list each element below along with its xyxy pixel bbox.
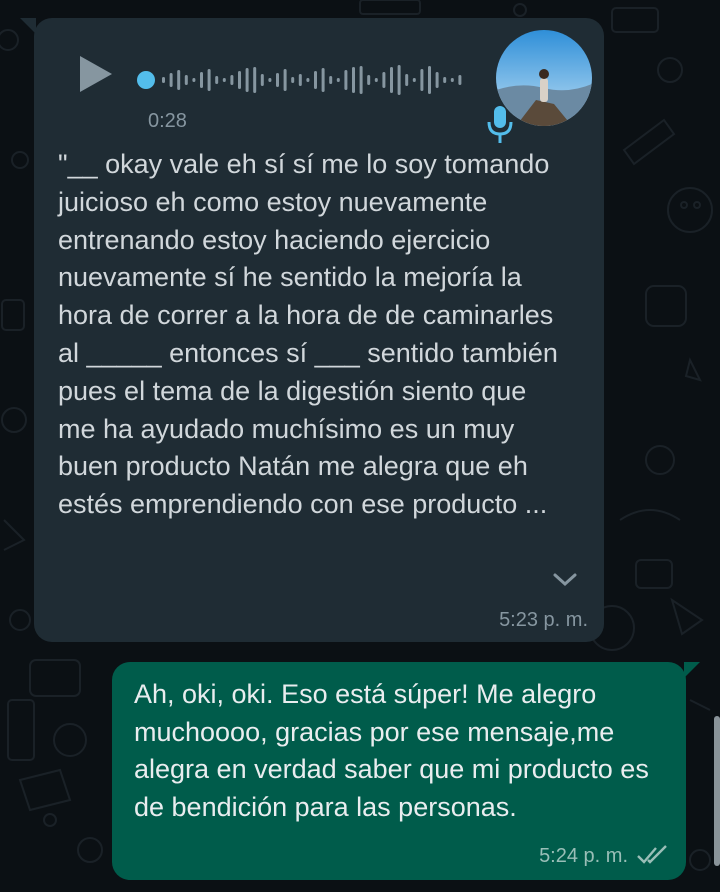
waveform-bar bbox=[374, 78, 378, 82]
waveform-bar bbox=[412, 78, 416, 82]
waveform-bar bbox=[329, 76, 333, 84]
waveform-bar bbox=[390, 67, 393, 93]
waveform-bar bbox=[177, 70, 181, 90]
waveform-bar bbox=[443, 77, 447, 83]
waveform-bar bbox=[367, 75, 371, 85]
message-timestamp: 5:23 p. m. bbox=[499, 609, 588, 631]
waveform-bar bbox=[253, 67, 257, 93]
waveform-bar bbox=[276, 73, 279, 87]
waveform-bar bbox=[238, 71, 241, 89]
waveform-bar bbox=[222, 78, 226, 82]
waveform-bar bbox=[291, 77, 295, 83]
waveform-bar bbox=[230, 75, 234, 85]
incoming-voice-message: 0:28 "__ okay vale eh sí sí me lo soy to… bbox=[20, 18, 604, 642]
playback-position-dot[interactable] bbox=[137, 71, 155, 89]
voice-duration: 0:28 bbox=[148, 110, 187, 132]
waveform-bar bbox=[200, 72, 203, 88]
waveform-bar bbox=[359, 66, 363, 94]
waveform-bar bbox=[260, 74, 264, 86]
outgoing-message: Ah, oki, oki. Eso está súper! Me alegro … bbox=[112, 662, 700, 880]
waveform-bar bbox=[336, 78, 340, 82]
play-icon[interactable] bbox=[76, 54, 116, 94]
waveform-bar bbox=[428, 66, 431, 94]
waveform-bar bbox=[268, 78, 272, 82]
waveform-bar bbox=[184, 75, 188, 85]
waveform-bar bbox=[298, 74, 302, 86]
waveform-bar bbox=[405, 74, 409, 86]
waveform-bar bbox=[450, 78, 454, 82]
message-timestamp: 5:24 p. m. bbox=[539, 845, 628, 867]
waveform-bar bbox=[321, 68, 325, 92]
waveform-bar bbox=[215, 76, 219, 84]
waveform-bar bbox=[420, 69, 424, 91]
waveform-bar bbox=[306, 78, 310, 82]
waveform-bar bbox=[352, 67, 355, 93]
bubble-tail bbox=[684, 662, 700, 678]
waveform-bar bbox=[283, 69, 287, 91]
waveform-bar bbox=[162, 77, 165, 83]
waveform-bar bbox=[207, 69, 211, 91]
voice-transcript: "__ okay vale eh sí sí me lo soy tomando… bbox=[58, 149, 558, 520]
waveform-bar bbox=[314, 71, 317, 89]
waveform-bar bbox=[192, 78, 196, 82]
double-check-icon bbox=[637, 845, 667, 864]
waveform-bar bbox=[458, 75, 462, 85]
microphone-icon bbox=[487, 106, 513, 143]
chevron-down-icon[interactable] bbox=[552, 570, 578, 590]
bubble-tail bbox=[20, 18, 36, 34]
waveform-bar bbox=[344, 70, 348, 90]
waveform-bar bbox=[382, 72, 386, 88]
audio-waveform[interactable] bbox=[136, 64, 476, 96]
waveform-bar bbox=[245, 68, 249, 92]
waveform-bar bbox=[397, 65, 401, 95]
message-text: Ah, oki, oki. Eso está súper! Me alegro … bbox=[134, 679, 649, 822]
waveform-bar bbox=[435, 72, 439, 88]
scrollbar-thumb[interactable] bbox=[714, 716, 720, 866]
waveform-bar bbox=[169, 73, 173, 87]
